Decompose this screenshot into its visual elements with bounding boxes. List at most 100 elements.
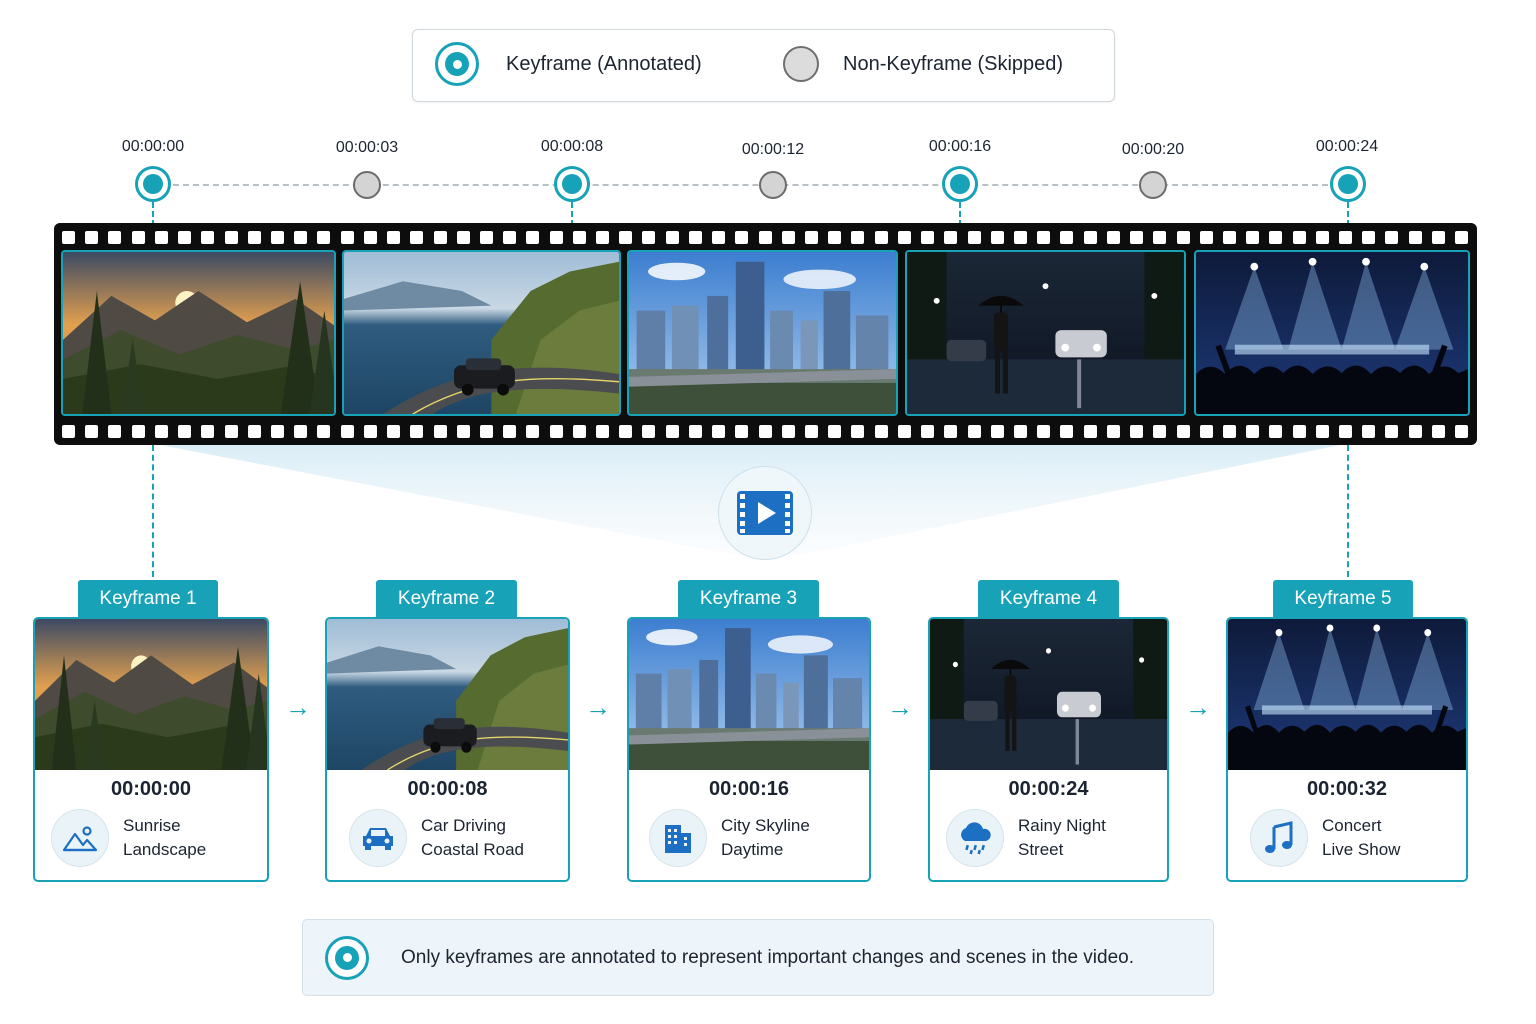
keyframe-thumbnail (930, 619, 1167, 770)
film-perforation (178, 231, 192, 244)
film-perforation (1060, 425, 1074, 438)
timeline-label: 00:00:03 (335, 139, 399, 156)
keyframe-marker[interactable] (554, 166, 590, 202)
non-keyframe-marker-icon (783, 46, 819, 82)
keyframe-marker-icon (325, 935, 369, 980)
keyframe-time: 00:00:00 (110, 778, 192, 800)
keyframe-tab: Keyframe 4 (978, 580, 1119, 617)
keyframe-card[interactable]: 00:00:08 Car Driving Coastal Road (325, 617, 570, 882)
legend-non-keyframe-label: Non-Keyframe (Skipped) (843, 53, 1064, 75)
keyframe-thumbnail (629, 619, 869, 770)
non-keyframe-marker[interactable] (1139, 171, 1167, 199)
film-perforation (178, 425, 192, 438)
film-perforation (1385, 231, 1399, 244)
film-perforation (851, 425, 865, 438)
film-frame-sunrise[interactable] (61, 250, 336, 416)
keyframe-card[interactable]: 00:00:24 Rainy Night Street (928, 617, 1169, 882)
film-perforation (781, 425, 795, 438)
film-perforation (1106, 231, 1120, 244)
film-perforation (340, 425, 354, 438)
arrow-right-icon: → (285, 692, 311, 722)
non-keyframe-marker[interactable] (759, 171, 787, 199)
keyframe-marker[interactable] (1330, 166, 1366, 202)
film-perforation (1037, 425, 1051, 438)
film-perforation (1269, 231, 1283, 244)
film-perforation (387, 425, 401, 438)
film-perforation (85, 425, 99, 438)
film-strip (54, 223, 1477, 445)
film-perforation (317, 425, 331, 438)
perforation-row (62, 425, 1469, 438)
film-perforation (456, 425, 470, 438)
building-icon (649, 809, 707, 867)
film-perforation (201, 425, 215, 438)
film-frame-rain[interactable] (905, 250, 1186, 416)
arrow-right-icon: → (887, 692, 913, 722)
timeline-label: 00:00:08 (540, 138, 604, 155)
film-perforation (1339, 425, 1353, 438)
film-perforation (596, 425, 610, 438)
film-frame-coast[interactable] (342, 250, 621, 416)
timeline-label: 00:00:12 (741, 141, 805, 158)
film-perforation (897, 425, 911, 438)
film-perforation (247, 425, 261, 438)
timeline-label: 00:00:16 (928, 138, 992, 155)
film-perforation (479, 231, 493, 244)
keyframe-marker[interactable] (942, 166, 978, 202)
film-perforation (874, 425, 888, 438)
film-perforation (990, 231, 1004, 244)
film-frame-concert[interactable] (1194, 250, 1470, 416)
film-perforation (665, 231, 679, 244)
film-frame-city[interactable] (627, 250, 898, 416)
keyframe-desc-line: Street (1018, 840, 1064, 859)
music-note-icon (1250, 809, 1308, 867)
film-perforation (712, 425, 726, 438)
film-perforation (781, 231, 795, 244)
legend-keyframe-label: Keyframe (Annotated) (506, 53, 702, 75)
film-perforation (851, 231, 865, 244)
film-perforation (967, 425, 981, 438)
keyframe-marker[interactable] (135, 166, 171, 202)
film-perforation (503, 231, 517, 244)
landscape-icon (51, 809, 109, 867)
film-perforation (758, 231, 772, 244)
keyframe-thumbnail (35, 619, 267, 770)
film-perforation (526, 425, 540, 438)
film-perforation (572, 425, 586, 438)
keyframe-tab: Keyframe 2 (376, 580, 517, 617)
film-perforation (1106, 425, 1120, 438)
keyframe-desc-line: Daytime (721, 840, 784, 859)
film-perforation (1037, 231, 1051, 244)
film-perforation (921, 425, 935, 438)
keyframe-card[interactable]: 00:00:00 Sunrise Landscape (33, 617, 269, 882)
film-perforation (108, 231, 122, 244)
film-perforation (317, 231, 331, 244)
film-perforation (1060, 231, 1074, 244)
keyframe-desc-line: City Skyline (721, 816, 810, 835)
film-perforation (62, 425, 75, 438)
non-keyframe-marker[interactable] (353, 171, 381, 199)
film-perforation (897, 231, 911, 244)
film-perforation (1013, 425, 1027, 438)
film-perforation (1455, 231, 1469, 244)
film-perforation (363, 425, 377, 438)
keyframe-desc-line: Car Driving (421, 816, 507, 835)
film-perforation (131, 231, 145, 244)
film-perforation (688, 425, 702, 438)
film-perforation (1408, 425, 1422, 438)
film-perforation (828, 425, 842, 438)
film-perforation (131, 425, 145, 438)
film-perforation (1339, 231, 1353, 244)
legend-box: Keyframe (Annotated) Non-Keyframe (Skipp… (412, 29, 1115, 102)
film-perforation (1199, 425, 1213, 438)
film-perforation (1153, 425, 1167, 438)
film-perforation (1431, 231, 1445, 244)
arrow-right-icon: → (585, 692, 611, 722)
film-perforation (874, 231, 888, 244)
film-perforation (828, 231, 842, 244)
keyframe-card[interactable]: 00:00:32 Concert Live Show (1226, 617, 1468, 882)
film-perforation (410, 231, 424, 244)
timeline-label: 00:00:00 (121, 138, 185, 155)
keyframe-card[interactable]: 00:00:16 City Skyline Daytime (627, 617, 871, 882)
film-perforation (1083, 231, 1097, 244)
